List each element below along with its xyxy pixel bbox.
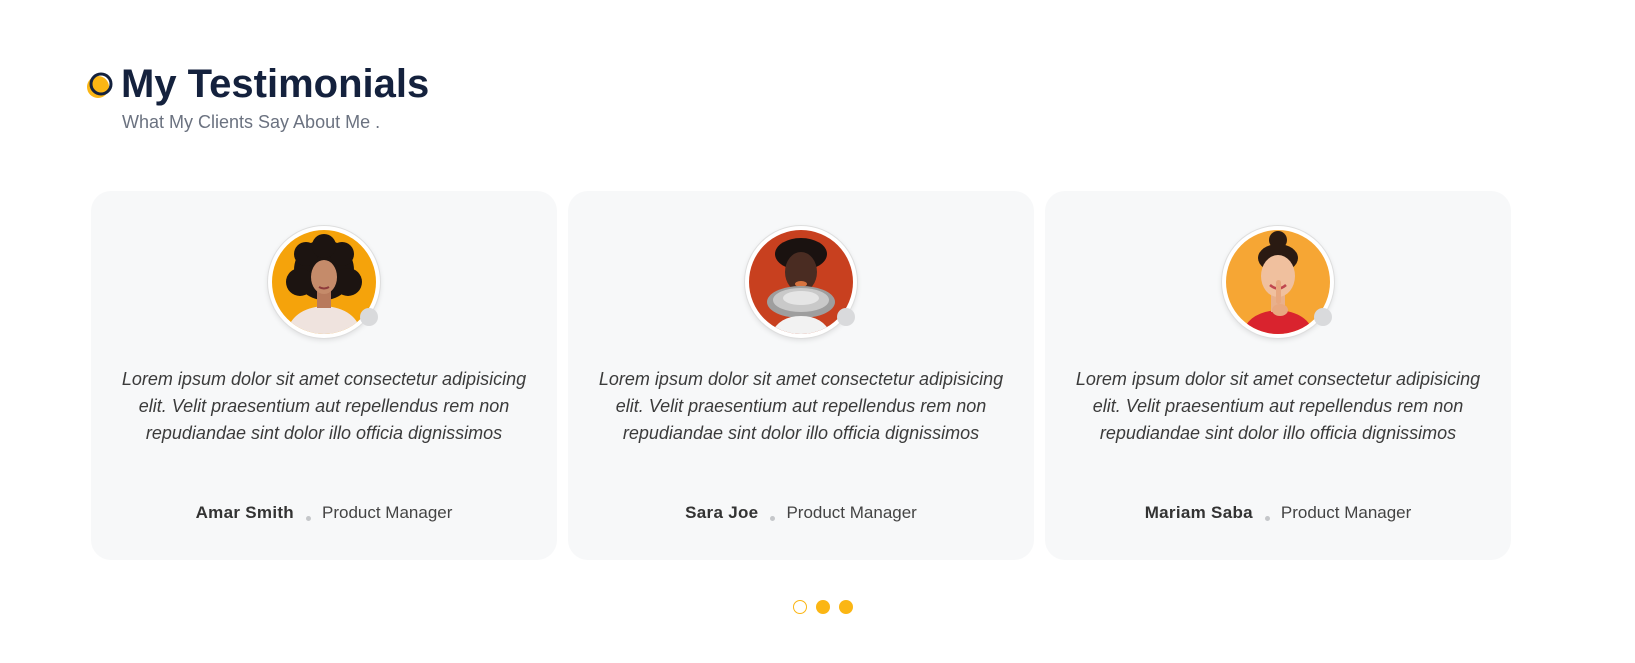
page-subtitle: What My Clients Say About Me .: [122, 112, 381, 132]
author-separator: [1264, 516, 1270, 521]
status-indicator: [1314, 308, 1332, 326]
testimonial-author: Amar Smith Product Manager: [91, 501, 557, 526]
avatar-container: [745, 226, 857, 338]
author-role: Product Manager: [322, 503, 453, 522]
testimonial-carousel[interactable]: Lorem ipsum dolor sit amet consectetur a…: [91, 191, 1556, 560]
author-separator: [770, 516, 776, 521]
testimonial-quote: Lorem ipsum dolor sit amet consectetur a…: [598, 369, 1004, 443]
pagination-dot-3[interactable]: [839, 600, 853, 614]
testimonial-card: Lorem ipsum dolor sit amet consectetur a…: [91, 191, 557, 560]
avatar-container: [268, 226, 380, 338]
testimonial-quote: Lorem ipsum dolor sit amet consectetur a…: [1075, 369, 1481, 443]
testimonial-card: Lorem ipsum dolor sit amet consectetur a…: [568, 191, 1034, 560]
testimonial-author: Mariam Saba Product Manager: [1045, 501, 1511, 526]
page-title: My Testimonials: [121, 62, 430, 106]
carousel-pagination: [793, 600, 853, 614]
testimonial-author: Sara Joe Product Manager: [568, 501, 1034, 526]
pagination-dot-1[interactable]: [793, 600, 807, 614]
circle-badge-icon: [87, 72, 113, 98]
status-indicator: [837, 308, 855, 326]
author-name: Amar Smith: [195, 503, 294, 522]
testimonials-section: My Testimonials What My Clients Say Abou…: [0, 0, 1635, 663]
testimonial-quote: Lorem ipsum dolor sit amet consectetur a…: [121, 369, 527, 443]
author-role: Product Manager: [786, 503, 917, 522]
author-separator: [306, 516, 311, 521]
status-indicator: [360, 308, 378, 326]
author-name: Sara Joe: [685, 503, 759, 522]
avatar-container: [1222, 226, 1334, 338]
author-role: Product Manager: [1280, 503, 1412, 522]
author-name: Mariam Saba: [1144, 503, 1253, 522]
pagination-dot-2[interactable]: [816, 600, 830, 614]
testimonial-card: Lorem ipsum dolor sit amet consectetur a…: [1045, 191, 1511, 560]
